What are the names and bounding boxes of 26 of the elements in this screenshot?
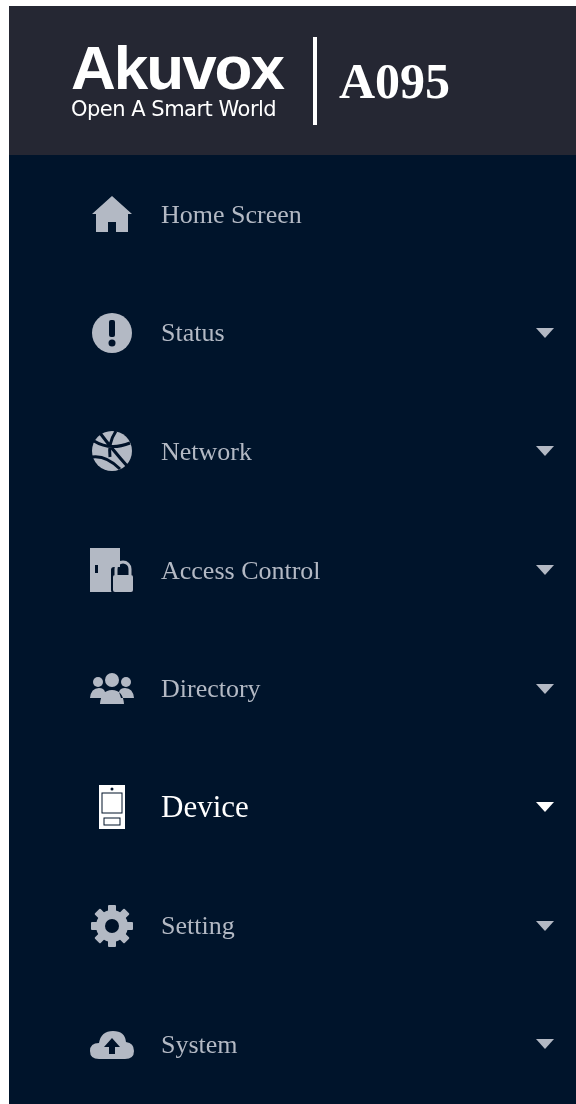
brand-logo: Akuvox [71,39,283,96]
menu-item[interactable]: Setting [9,866,576,986]
menu-label: Setting [161,910,235,943]
home-icon [90,194,134,235]
intercom-device-icon [98,784,126,831]
settings-icon [90,903,134,948]
door-lock-icon [89,547,135,594]
menu-label: Status [161,317,225,350]
menu-item[interactable]: Network [9,392,576,511]
menu-item[interactable]: System [9,985,576,1104]
menu-item[interactable]: Home Screen [9,155,576,274]
alert-icon [90,310,134,355]
brand-tagline: Open A Smart World [71,95,277,122]
menu-label: Device [161,788,249,826]
menu-label: Network [161,436,252,468]
menu-label: Home Screen [161,198,302,231]
menu-label: System [161,1028,238,1061]
menu-item[interactable]: Status [9,273,576,393]
users-icon [89,671,135,706]
menu-label: Directory [161,673,261,706]
menu-item[interactable]: Directory [9,629,576,748]
menu-item[interactable]: Device [9,747,576,867]
menu-item[interactable]: Access Control [9,510,576,630]
globe-icon [90,429,134,474]
menu-label: Access Control [161,554,321,587]
model-name: A095 [338,55,451,106]
